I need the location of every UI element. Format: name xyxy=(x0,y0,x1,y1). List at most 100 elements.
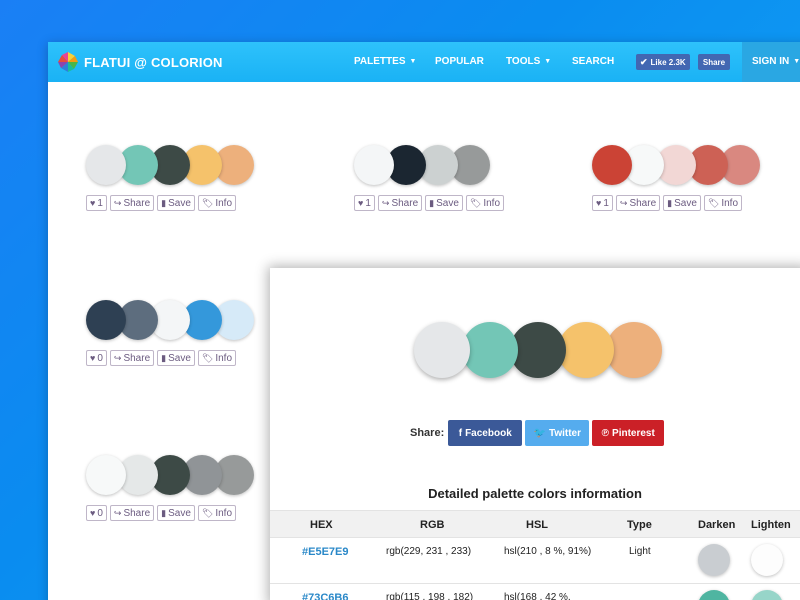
color-swatch[interactable] xyxy=(86,145,126,185)
th-hsl: HSL xyxy=(526,519,548,531)
caret-down-icon: ▼ xyxy=(544,58,552,65)
info-button[interactable]: 🏷 Info xyxy=(197,350,237,366)
palette-swatches xyxy=(592,145,772,187)
cell-hex[interactable]: #E5E7E9 xyxy=(302,546,348,558)
palette-actions: ♥ 0 ↪ Share ▮ Save 🏷 Info xyxy=(86,350,239,366)
check-icon: ✔ xyxy=(640,56,648,67)
darken-swatch[interactable] xyxy=(698,544,730,576)
info-button[interactable]: 🏷 Info xyxy=(197,505,237,521)
palette-card[interactable]: ♥ 0 ↪ Share ▮ Save 🏷 Info xyxy=(86,300,266,380)
facebook-button[interactable]: f Facebook xyxy=(448,420,523,446)
save-button[interactable]: ▮ Save xyxy=(157,195,195,211)
palette-card[interactable]: ♥ 1 ↪ Share ▮ Save 🏷 Info xyxy=(592,145,772,225)
palette-swatches xyxy=(86,145,266,187)
info-button[interactable]: 🏷 Info xyxy=(465,195,505,211)
like-button[interactable]: ♥ 1 xyxy=(86,195,107,211)
detail-color-swatch[interactable] xyxy=(510,322,566,378)
lighten-swatch[interactable] xyxy=(751,544,783,576)
share-label: Share xyxy=(123,197,151,209)
nav-popular[interactable]: POPULAR xyxy=(435,42,484,82)
share-button[interactable]: ↪ Share xyxy=(109,195,155,211)
share-icon: ↪ xyxy=(381,197,390,208)
cell-hex[interactable]: #73C6B6 xyxy=(302,592,348,600)
info-label: Info xyxy=(483,197,501,209)
palette-card[interactable]: ♥ 1 ↪ Share ▮ Save 🏷 Info xyxy=(354,145,534,225)
like-button[interactable]: ♥ 1 xyxy=(354,195,375,211)
share-label: Share: xyxy=(410,427,445,439)
pinterest-button[interactable]: ℗ Pinterest xyxy=(592,420,665,446)
heart-icon: ♥ xyxy=(90,508,96,518)
signin-label: SIGN IN xyxy=(752,56,790,67)
nav-tools-label: TOOLS xyxy=(506,56,541,67)
palette-actions: ♥ 0 ↪ Share ▮ Save 🏷 Info xyxy=(86,505,239,521)
facebook-label: Facebook xyxy=(465,427,512,439)
save-label: Save xyxy=(168,197,191,209)
share-icon: ↪ xyxy=(113,507,122,518)
darken-swatch[interactable] xyxy=(698,590,730,600)
share-button[interactable]: ↪ Share xyxy=(109,350,155,366)
save-button[interactable]: ▮ Save xyxy=(425,195,463,211)
tag-icon: 🏷 xyxy=(201,507,214,518)
heart-icon: ♥ xyxy=(358,198,364,208)
save-button[interactable]: ▮ Save xyxy=(663,195,701,211)
color-swatch[interactable] xyxy=(592,145,632,185)
share-button[interactable]: ↪ Share xyxy=(109,505,155,521)
table-header: HEX RGB HSL Type Darken Lighten xyxy=(270,510,800,538)
palette-card[interactable]: ♥ 0 ↪ Share ▮ Save 🏷 Info xyxy=(86,455,266,535)
twitter-button[interactable]: 🐦 Twitter xyxy=(525,420,590,446)
bookmark-icon: ▮ xyxy=(161,197,167,208)
save-label: Save xyxy=(168,352,191,364)
cell-hsl: hsl(210 , 8 %, 91%) xyxy=(504,546,592,557)
color-swatch[interactable] xyxy=(354,145,394,185)
palette-swatches xyxy=(86,300,266,342)
palette-actions: ♥ 1 ↪ Share ▮ Save 🏷 Info xyxy=(354,195,507,211)
twitter-icon: 🐦 xyxy=(533,427,546,439)
like-label: 1 xyxy=(603,197,609,209)
detail-color-swatch[interactable] xyxy=(414,322,470,378)
detail-color-swatch[interactable] xyxy=(558,322,614,378)
palette-swatches xyxy=(354,145,534,187)
section-title: Detailed palette colors information xyxy=(428,486,642,501)
nav-search[interactable]: SEARCH xyxy=(572,42,614,82)
info-label: Info xyxy=(215,197,233,209)
tag-icon: 🏷 xyxy=(469,197,482,208)
save-button[interactable]: ▮ Save xyxy=(157,505,195,521)
info-button[interactable]: 🏷 Info xyxy=(197,195,237,211)
facebook-like-button[interactable]: ✔ Like 2.3K xyxy=(636,54,690,70)
cell-type: Light xyxy=(629,546,651,557)
save-button[interactable]: ▮ Save xyxy=(157,350,195,366)
th-type: Type xyxy=(627,519,652,531)
th-lighten: Lighten xyxy=(751,519,791,531)
nav-palettes[interactable]: PALETTES ▼ xyxy=(354,42,416,82)
color-swatch[interactable] xyxy=(86,300,126,340)
heart-icon: ♥ xyxy=(90,198,96,208)
lighten-swatch[interactable] xyxy=(751,590,783,600)
twitter-label: Twitter xyxy=(548,427,581,439)
brand[interactable]: FLATUI @ COLORION xyxy=(58,52,223,72)
detail-color-swatch[interactable] xyxy=(462,322,518,378)
like-button[interactable]: ♥ 0 xyxy=(86,505,107,521)
save-label: Save xyxy=(674,197,697,209)
share-label: Share xyxy=(391,197,419,209)
info-button[interactable]: 🏷 Info xyxy=(703,195,743,211)
detail-color-swatch[interactable] xyxy=(606,322,662,378)
color-swatch[interactable] xyxy=(86,455,126,495)
palette-card[interactable]: ♥ 1 ↪ Share ▮ Save 🏷 Info xyxy=(86,145,266,225)
like-button[interactable]: ♥ 0 xyxy=(86,350,107,366)
tag-icon: 🏷 xyxy=(707,197,720,208)
info-label: Info xyxy=(215,352,233,364)
caret-down-icon: ▼ xyxy=(409,58,417,65)
nav-palettes-label: PALETTES xyxy=(354,56,406,67)
share-button[interactable]: ↪ Share xyxy=(377,195,423,211)
share-button[interactable]: ↪ Share xyxy=(615,195,661,211)
like-button[interactable]: ♥ 1 xyxy=(592,195,613,211)
table-row: #73C6B6 rgb(115 , 198 , 182) hsl(168 , 42 … xyxy=(270,584,800,600)
facebook-share-button[interactable]: Share xyxy=(698,54,730,70)
share-icon: ↪ xyxy=(113,352,122,363)
pinterest-icon: ℗ xyxy=(601,427,610,439)
palette-actions: ♥ 1 ↪ Share ▮ Save 🏷 Info xyxy=(86,195,239,211)
signin-button[interactable]: SIGN IN ▼ xyxy=(742,42,800,82)
nav-tools[interactable]: TOOLS ▼ xyxy=(506,42,551,82)
cell-rgb: rgb(229, 231 , 233) xyxy=(386,546,472,557)
table-row: #E5E7E9 rgb(229, 231 , 233) hsl(210 , 8 %,… xyxy=(270,538,800,584)
